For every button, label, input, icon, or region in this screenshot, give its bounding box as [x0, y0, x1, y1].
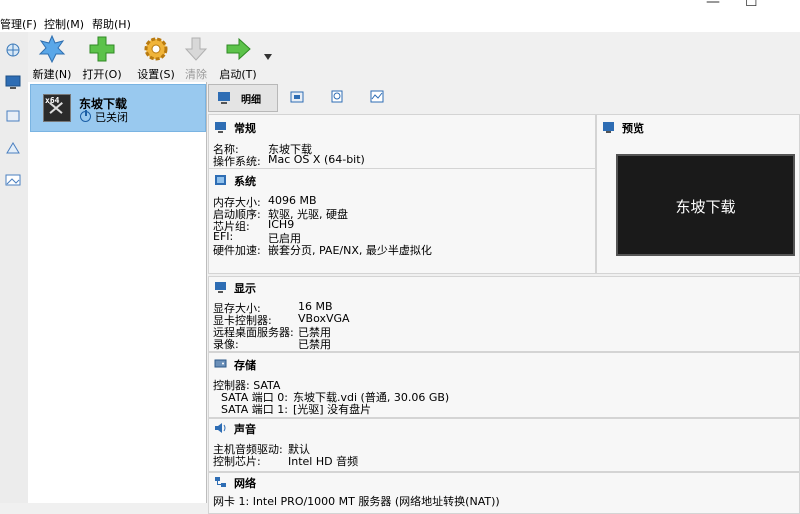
recording-value: 已禁用 [298, 338, 331, 351]
arrow-right-icon [226, 37, 251, 61]
maximize-button[interactable]: ☐ [745, 0, 758, 10]
vm-list-item[interactable]: x64 东坡下载 已关闭 [30, 84, 206, 132]
audio-chip-label: 控制芯片: [213, 455, 261, 468]
menu-help[interactable]: 帮助(H) [92, 16, 131, 32]
tab-details[interactable]: 明细 [208, 84, 278, 112]
image-icon[interactable] [4, 172, 22, 188]
globe-icon[interactable] [4, 42, 22, 58]
acceleration-value: 嵌套分页, PAE/NX, 最少半虚拟化 [268, 244, 432, 257]
preview-icon [603, 122, 614, 133]
new-button[interactable]: 新建(N) [30, 32, 74, 82]
os-x-icon: x64 [43, 94, 71, 122]
storage-title[interactable]: 存储 [234, 357, 256, 373]
display-title[interactable]: 显示 [234, 280, 256, 296]
open-button-label: 打开(O) [82, 68, 122, 81]
start-dropdown-icon[interactable] [264, 54, 272, 60]
tool-strip [0, 32, 29, 503]
gear-icon [144, 37, 168, 61]
new-star-icon [38, 35, 66, 63]
toolbar: 新建(N) 打开(O) 设置(S) 清除 启动(T) [28, 32, 800, 82]
audio-chip-value: Intel HD 音频 [288, 455, 359, 468]
machine-tools-icon[interactable] [4, 74, 22, 90]
menu-manage[interactable]: 管理(F) [0, 16, 37, 32]
sata-port1-label: SATA 端口 1: [221, 403, 288, 416]
open-button[interactable]: 打开(O) [80, 32, 124, 82]
start-button[interactable]: 启动(T) [216, 32, 260, 82]
system-icon [215, 175, 226, 185]
system-title[interactable]: 系统 [234, 173, 256, 189]
preview-screen: 东坡下载 [616, 154, 795, 256]
vm-state: 已关闭 [95, 111, 128, 124]
sata-port1-value: [光驱] 没有盘片 [293, 403, 372, 416]
snapshots-icon[interactable] [290, 90, 304, 103]
menu-bar: 管理(F) 控制(M) 帮助(H) — ☐ [0, 0, 800, 32]
general-icon [215, 122, 226, 133]
acceleration-label: 硬件加速: [213, 244, 261, 257]
vm-list: x64 东坡下载 已关闭 [28, 82, 207, 503]
details-tabs: 明细 [208, 84, 800, 112]
network-title[interactable]: 网络 [234, 475, 256, 491]
new-button-label: 新建(N) [32, 68, 72, 81]
recording-label: 录像: [213, 338, 239, 351]
details-icon [218, 92, 230, 104]
plus-icon [89, 36, 115, 62]
network-icon [215, 477, 226, 487]
os-value: Mac OS X (64-bit) [268, 153, 365, 166]
preview-screen-text: 东坡下载 [675, 198, 736, 216]
start-button-label: 启动(T) [219, 68, 257, 81]
network-tools-icon[interactable] [4, 140, 22, 156]
minimize-button[interactable]: — [706, 0, 720, 10]
os-label: 操作系统: [213, 155, 261, 168]
arrow-down-icon [184, 37, 208, 61]
tab-details-label: 明细 [241, 95, 261, 106]
general-title[interactable]: 常规 [234, 120, 256, 136]
power-off-icon [80, 110, 91, 122]
preview-title[interactable]: 预览 [622, 120, 644, 136]
storage-icon [214, 359, 227, 368]
menu-control[interactable]: 控制(M) [44, 16, 84, 32]
general-section [208, 114, 596, 172]
display-section [208, 276, 800, 352]
media-icon[interactable] [4, 108, 22, 124]
audio-title[interactable]: 声音 [234, 421, 256, 437]
logs-icon[interactable] [330, 90, 344, 103]
display-icon [215, 282, 226, 293]
speaker-icon [215, 423, 226, 433]
network-adapter1: 网卡 1: Intel PRO/1000 MT 服务器 (网络地址转换(NAT)… [213, 495, 500, 508]
system-section [208, 168, 596, 274]
activity-icon[interactable] [370, 90, 384, 103]
